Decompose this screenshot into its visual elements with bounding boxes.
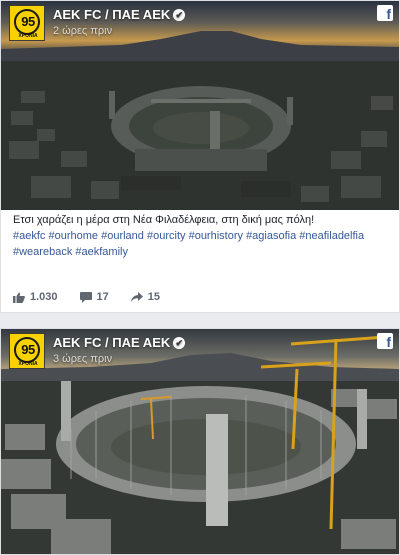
hashtag-link[interactable]: #neafiladelfia [299,230,364,242]
facebook-icon[interactable]: f [377,5,393,21]
post-timestamp[interactable]: 3 ώρες πριν [53,353,112,365]
avatar-number: 95 [21,14,35,29]
hashtag-link[interactable]: #ourhistory [189,230,243,242]
post-stats: 1.030 17 15 [13,290,182,304]
page-avatar[interactable]: 95 ΧΡΟΝΙΑ [9,5,45,41]
thumbs-up-icon [13,292,25,303]
avatar-caption: ΧΡΟΝΙΑ [18,361,38,367]
comment-count-value: 17 [96,291,109,303]
verified-badge-icon: ✔ [173,337,186,349]
post-timestamp[interactable]: 2 ώρες πριν [53,25,112,37]
facebook-icon[interactable]: f [377,333,393,349]
post-text: Ετσι χαράζει η μέρα στη Νέα Φιλαδέλφεια,… [13,214,315,226]
page-name[interactable]: AEK FC / ΠΑΕ ΑΕΚ [53,335,170,350]
verified-badge-icon: ✔ [173,9,186,21]
page-name-row: AEK FC / ΠΑΕ ΑΕΚ ✔ [53,335,186,350]
hashtag-line: #aekfc #ourhome #ourland #ourcity #ourhi… [13,228,391,244]
like-count-value: 1.030 [30,291,58,303]
avatar-caption: ΧΡΟΝΙΑ [18,33,38,39]
hashtag-link[interactable]: #ourland [101,230,144,242]
hashtag-link[interactable]: #aekfc [13,230,45,242]
comment-icon [79,291,92,303]
comment-count[interactable]: 17 [79,291,109,303]
hashtag-link[interactable]: #ourcity [147,230,186,242]
hashtag-link[interactable]: #aekfamily [75,246,128,258]
avatar-number: 95 [21,342,35,357]
share-count-value: 15 [147,291,161,303]
post-card: 95 ΧΡΟΝΙΑ AEK FC / ΠΑΕ ΑΕΚ ✔ 2 ώρες πριν … [0,0,400,313]
hashtag-line: #weareback #aekfamily [13,244,391,260]
hashtag-link[interactable]: #agiasofia [246,230,296,242]
post-card: 95 ΧΡΟΝΙΑ AEK FC / ΠΑΕ ΑΕΚ ✔ 3 ώρες πριν … [0,328,400,555]
page-name-row: AEK FC / ΠΑΕ ΑΕΚ ✔ [53,7,186,22]
page-name[interactable]: AEK FC / ΠΑΕ ΑΕΚ [53,7,170,22]
page-avatar[interactable]: 95 ΧΡΟΝΙΑ [9,333,45,369]
share-count[interactable]: 15 [130,291,161,303]
hashtag-link[interactable]: #weareback [13,246,72,258]
post-header: 95 ΧΡΟΝΙΑ AEK FC / ΠΑΕ ΑΕΚ ✔ 2 ώρες πριν … [1,1,399,45]
share-arrow-icon [130,291,143,302]
hashtag-link[interactable]: #ourhome [48,230,98,242]
like-count[interactable]: 1.030 [13,291,58,303]
post-caption: Ετσι χαράζει η μέρα στη Νέα Φιλαδέλφεια,… [13,212,391,260]
post-header: 95 ΧΡΟΝΙΑ AEK FC / ΠΑΕ ΑΕΚ ✔ 3 ώρες πριν … [1,329,399,373]
